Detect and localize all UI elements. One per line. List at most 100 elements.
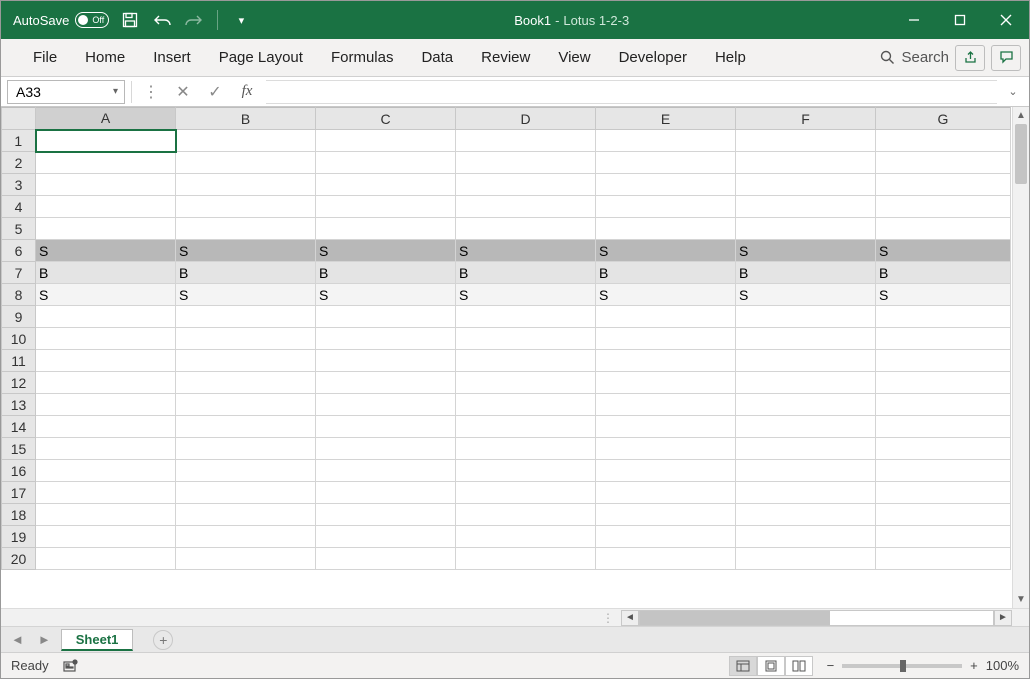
formula-input[interactable] — [266, 80, 997, 104]
minimize-button[interactable] — [891, 1, 937, 39]
cell[interactable] — [456, 482, 596, 504]
enter-icon[interactable]: ✓ — [202, 81, 228, 103]
cell[interactable] — [456, 130, 596, 152]
cell[interactable] — [176, 416, 316, 438]
cell[interactable]: S — [316, 284, 456, 306]
hscroll-right-icon[interactable]: ► — [994, 610, 1012, 626]
cell[interactable] — [456, 218, 596, 240]
cell[interactable] — [176, 372, 316, 394]
cell[interactable] — [316, 306, 456, 328]
scroll-thumb[interactable] — [1015, 124, 1027, 184]
row-header[interactable]: 20 — [2, 548, 36, 570]
maximize-button[interactable] — [937, 1, 983, 39]
cell[interactable] — [876, 526, 1011, 548]
cell[interactable] — [876, 174, 1011, 196]
cell[interactable] — [876, 218, 1011, 240]
cell[interactable] — [316, 196, 456, 218]
row-header[interactable]: 5 — [2, 218, 36, 240]
row-header[interactable]: 19 — [2, 526, 36, 548]
cell[interactable] — [36, 152, 176, 174]
cell[interactable]: B — [36, 262, 176, 284]
cell[interactable] — [316, 438, 456, 460]
cell[interactable] — [36, 218, 176, 240]
cell[interactable] — [36, 460, 176, 482]
cell[interactable] — [876, 504, 1011, 526]
cell[interactable] — [596, 526, 736, 548]
cell[interactable] — [456, 372, 596, 394]
cell[interactable] — [316, 328, 456, 350]
search-box[interactable]: Search — [880, 49, 949, 66]
cell[interactable] — [456, 526, 596, 548]
cell[interactable] — [316, 526, 456, 548]
sheet-nav-right-icon[interactable]: ► — [34, 632, 55, 647]
cell[interactable] — [176, 504, 316, 526]
cell[interactable] — [736, 504, 876, 526]
cell[interactable] — [176, 218, 316, 240]
cell[interactable] — [596, 196, 736, 218]
cell[interactable] — [316, 504, 456, 526]
cell[interactable] — [36, 174, 176, 196]
cell[interactable] — [316, 372, 456, 394]
cell[interactable]: S — [456, 284, 596, 306]
zoom-out-button[interactable]: − — [827, 658, 835, 673]
cell[interactable] — [596, 372, 736, 394]
cell[interactable] — [456, 174, 596, 196]
cell[interactable]: B — [736, 262, 876, 284]
cell[interactable] — [736, 372, 876, 394]
cell[interactable] — [876, 306, 1011, 328]
column-header[interactable]: C — [316, 108, 456, 130]
cell[interactable] — [596, 504, 736, 526]
cell[interactable] — [36, 482, 176, 504]
cell[interactable] — [36, 416, 176, 438]
row-header[interactable]: 8 — [2, 284, 36, 306]
row-header[interactable]: 12 — [2, 372, 36, 394]
sheet-nav-left-icon[interactable]: ◄ — [7, 632, 28, 647]
row-header[interactable]: 17 — [2, 482, 36, 504]
spreadsheet-grid[interactable]: ABCDEFG123456SSSSSSS7BBBBBBB8SSSSSSS9101… — [1, 107, 1012, 608]
cell[interactable] — [456, 152, 596, 174]
row-header[interactable]: 10 — [2, 328, 36, 350]
zoom-percent[interactable]: 100% — [986, 658, 1019, 673]
cell[interactable] — [876, 394, 1011, 416]
cell[interactable] — [456, 350, 596, 372]
cell[interactable]: S — [176, 240, 316, 262]
row-header[interactable]: 9 — [2, 306, 36, 328]
cell[interactable] — [596, 218, 736, 240]
cell[interactable] — [876, 372, 1011, 394]
tab-formulas[interactable]: Formulas — [317, 39, 408, 76]
comments-icon[interactable] — [991, 45, 1021, 71]
cell[interactable]: S — [596, 284, 736, 306]
scroll-track[interactable] — [1013, 124, 1029, 591]
column-header[interactable]: G — [876, 108, 1011, 130]
cell[interactable] — [596, 416, 736, 438]
hscroll-thumb[interactable] — [640, 611, 830, 625]
customize-qat-icon[interactable]: ▾ — [230, 9, 252, 31]
cell[interactable]: S — [736, 284, 876, 306]
tab-insert[interactable]: Insert — [139, 39, 205, 76]
cell[interactable] — [736, 526, 876, 548]
tab-help[interactable]: Help — [701, 39, 760, 76]
name-box[interactable]: A33 ▾ — [7, 80, 125, 104]
cell[interactable] — [876, 328, 1011, 350]
tab-file[interactable]: File — [19, 39, 71, 76]
cell[interactable] — [36, 372, 176, 394]
save-icon[interactable] — [119, 9, 141, 31]
vertical-scrollbar[interactable]: ▲ ▼ — [1012, 107, 1029, 608]
cell[interactable] — [36, 548, 176, 570]
scroll-up-icon[interactable]: ▲ — [1013, 107, 1029, 124]
row-header[interactable]: 2 — [2, 152, 36, 174]
expand-formula-bar-icon[interactable]: ⌄ — [1003, 85, 1023, 98]
cell[interactable] — [36, 504, 176, 526]
row-header[interactable]: 13 — [2, 394, 36, 416]
row-header[interactable]: 6 — [2, 240, 36, 262]
cell[interactable] — [36, 438, 176, 460]
select-all-corner[interactable] — [2, 108, 36, 130]
column-header[interactable]: D — [456, 108, 596, 130]
cell[interactable] — [456, 504, 596, 526]
cell[interactable] — [176, 482, 316, 504]
cell[interactable]: B — [316, 262, 456, 284]
cell[interactable] — [876, 350, 1011, 372]
cell[interactable] — [876, 482, 1011, 504]
cell[interactable] — [596, 152, 736, 174]
cell[interactable] — [736, 350, 876, 372]
